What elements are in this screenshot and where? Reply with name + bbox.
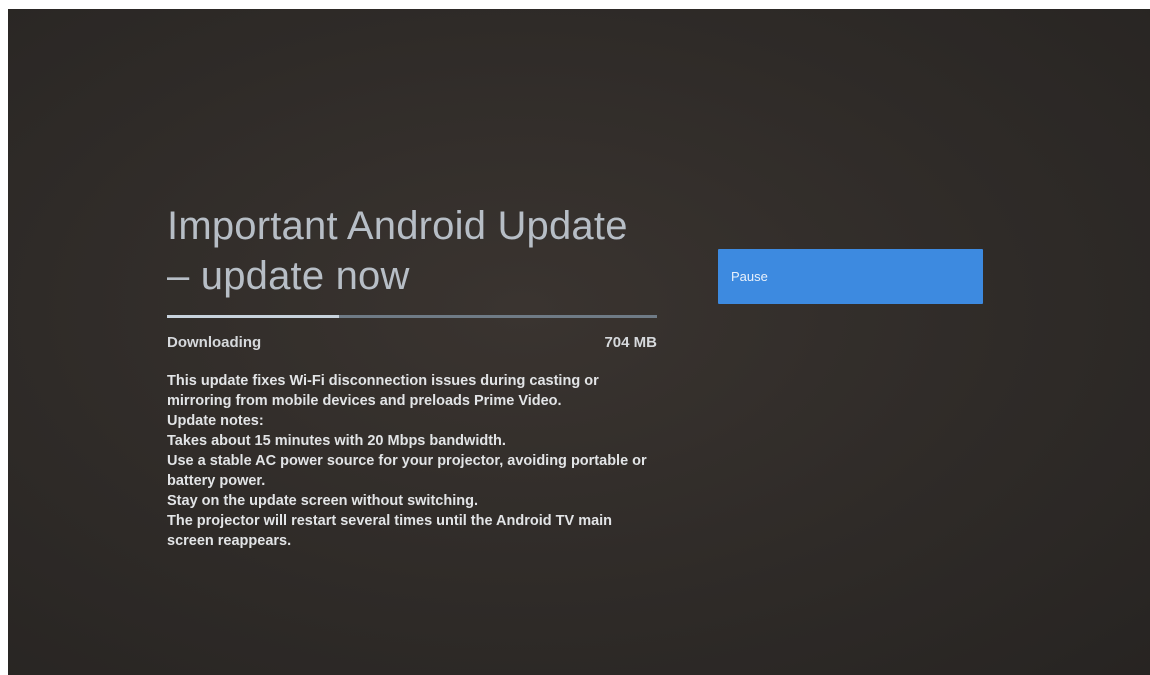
download-status: Downloading bbox=[167, 334, 262, 351]
note-line: Update notes: bbox=[167, 413, 264, 429]
title-line-2: – update now bbox=[167, 254, 410, 298]
page-title: Important Android Update – update now bbox=[167, 201, 657, 301]
note-line: Use a stable AC power source for your pr… bbox=[167, 453, 647, 469]
pause-button[interactable]: Pause bbox=[718, 249, 983, 304]
tv-screen: Important Android Update – update now Do… bbox=[8, 9, 1150, 675]
note-line: Takes about 15 minutes with 20 Mbps band… bbox=[167, 433, 506, 449]
update-panel: Important Android Update – update now Do… bbox=[167, 201, 657, 551]
download-progress-fill bbox=[167, 315, 339, 318]
title-line-1: Important Android Update bbox=[167, 204, 628, 248]
update-description: This update fixes Wi-Fi disconnection is… bbox=[167, 371, 657, 551]
note-line: mirroring from mobile devices and preloa… bbox=[167, 393, 562, 409]
note-line: screen reappears. bbox=[167, 533, 292, 549]
download-progress-bar bbox=[167, 315, 657, 318]
note-line: This update fixes Wi-Fi disconnection is… bbox=[167, 373, 599, 389]
note-line: The projector will restart several times… bbox=[167, 513, 613, 529]
note-line: battery power. bbox=[167, 473, 266, 489]
download-size: 704 MB bbox=[604, 334, 657, 351]
note-line: Stay on the update screen without switch… bbox=[167, 493, 478, 509]
status-row: Downloading 704 MB bbox=[167, 334, 657, 351]
